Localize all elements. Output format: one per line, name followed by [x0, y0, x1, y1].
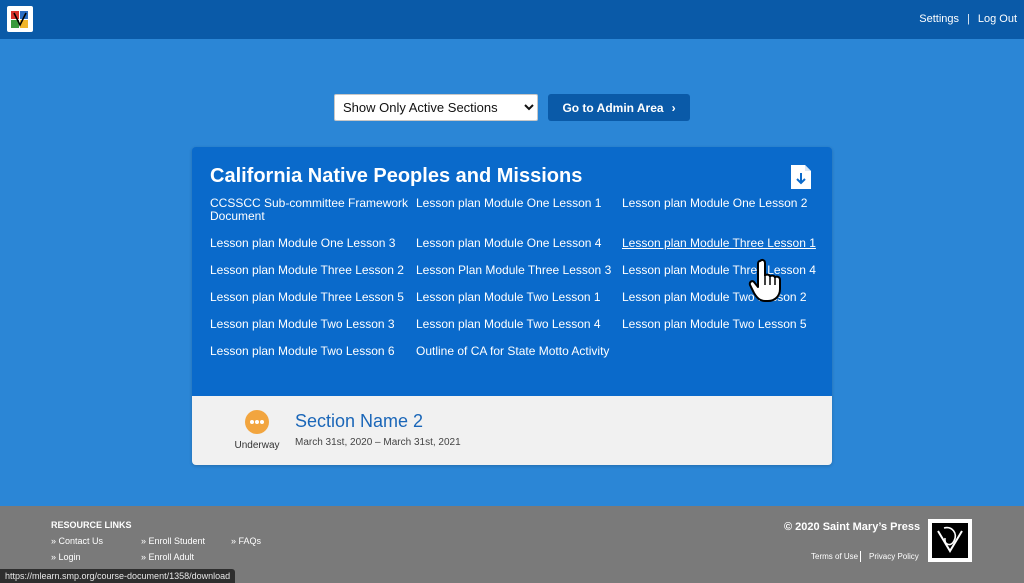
top-nav: Settings | Log Out — [919, 13, 1017, 25]
document-link[interactable]: Lesson Plan Module Three Lesson 3 — [416, 264, 622, 291]
legal-separator — [860, 551, 861, 562]
section-row[interactable]: Underway Section Name 2 March 31st, 2020… — [192, 396, 832, 465]
document-link[interactable]: CCSSCC Sub-committee Framework Document — [210, 197, 416, 237]
top-bar: Settings | Log Out — [0, 0, 1024, 39]
controls-row: Show Only Active Sections Go to Admin Ar… — [334, 94, 690, 121]
login-link[interactable]: » Login — [51, 552, 81, 562]
terms-link[interactable]: Terms of Use — [811, 552, 858, 561]
section-name-link[interactable]: Section Name 2 — [295, 411, 423, 432]
resource-links-title: RESOURCE LINKS — [51, 520, 132, 530]
copyright: © 2020 Saint Mary’s Press — [784, 521, 921, 533]
chevron-right-icon: › — [671, 100, 676, 115]
course-title: California Native Peoples and Missions — [210, 165, 583, 187]
footer-logo-icon — [928, 519, 972, 562]
section-filter-select[interactable]: Show Only Active Sections — [334, 94, 538, 121]
logout-link[interactable]: Log Out — [978, 13, 1017, 25]
document-link[interactable]: Lesson plan Module One Lesson 1 — [416, 197, 622, 237]
document-link[interactable]: Lesson plan Module Three Lesson 2 — [210, 264, 416, 291]
nav-separator: | — [967, 13, 970, 25]
course-card: California Native Peoples and Missions C… — [192, 147, 832, 465]
admin-button-label: Go to Admin Area — [562, 100, 664, 115]
document-link[interactable]: Lesson plan Module One Lesson 2 — [622, 197, 820, 237]
hand-pointer-icon — [748, 258, 781, 302]
document-link[interactable]: Lesson plan Module Two Lesson 1 — [416, 291, 622, 318]
settings-link[interactable]: Settings — [919, 13, 959, 25]
contact-us-link[interactable]: » Contact Us — [51, 536, 103, 546]
browser-status-url: https://mlearn.smp.org/course-document/1… — [0, 569, 236, 583]
status-label: Underway — [234, 440, 280, 451]
privacy-link[interactable]: Privacy Policy — [869, 552, 919, 561]
enroll-student-link[interactable]: » Enroll Student — [141, 536, 205, 546]
faqs-link[interactable]: » FAQs — [231, 536, 261, 546]
document-link[interactable]: Lesson plan Module One Lesson 3 — [210, 237, 416, 264]
document-link[interactable]: Lesson plan Module Two Lesson 2 — [622, 291, 820, 318]
section-status: Underway — [222, 410, 292, 451]
ellipsis-icon — [245, 410, 269, 434]
course-documents-panel: California Native Peoples and Missions C… — [192, 147, 832, 396]
document-link[interactable]: Lesson plan Module Two Lesson 3 — [210, 318, 416, 345]
logo-icon[interactable] — [7, 6, 33, 32]
section-dates: March 31st, 2020 – March 31st, 2021 — [295, 437, 461, 448]
download-icon[interactable] — [790, 164, 812, 190]
document-link[interactable]: Lesson plan Module Two Lesson 4 — [416, 318, 622, 345]
document-link[interactable]: Lesson plan Module Two Lesson 6 — [210, 345, 416, 372]
document-link[interactable]: Lesson plan Module One Lesson 4 — [416, 237, 622, 264]
document-link[interactable]: Outline of CA for State Motto Activity — [416, 345, 622, 372]
document-link[interactable]: Lesson plan Module Three Lesson 4 — [622, 264, 820, 291]
document-links: CCSSCC Sub-committee Framework Document … — [210, 197, 820, 372]
enroll-adult-link[interactable]: » Enroll Adult — [141, 552, 194, 562]
document-link[interactable]: Lesson plan Module Two Lesson 5 — [622, 318, 820, 345]
document-link[interactable]: Lesson plan Module Three Lesson 5 — [210, 291, 416, 318]
go-to-admin-button[interactable]: Go to Admin Area › — [548, 94, 690, 121]
document-link-hovered[interactable]: Lesson plan Module Three Lesson 1 — [622, 237, 820, 264]
